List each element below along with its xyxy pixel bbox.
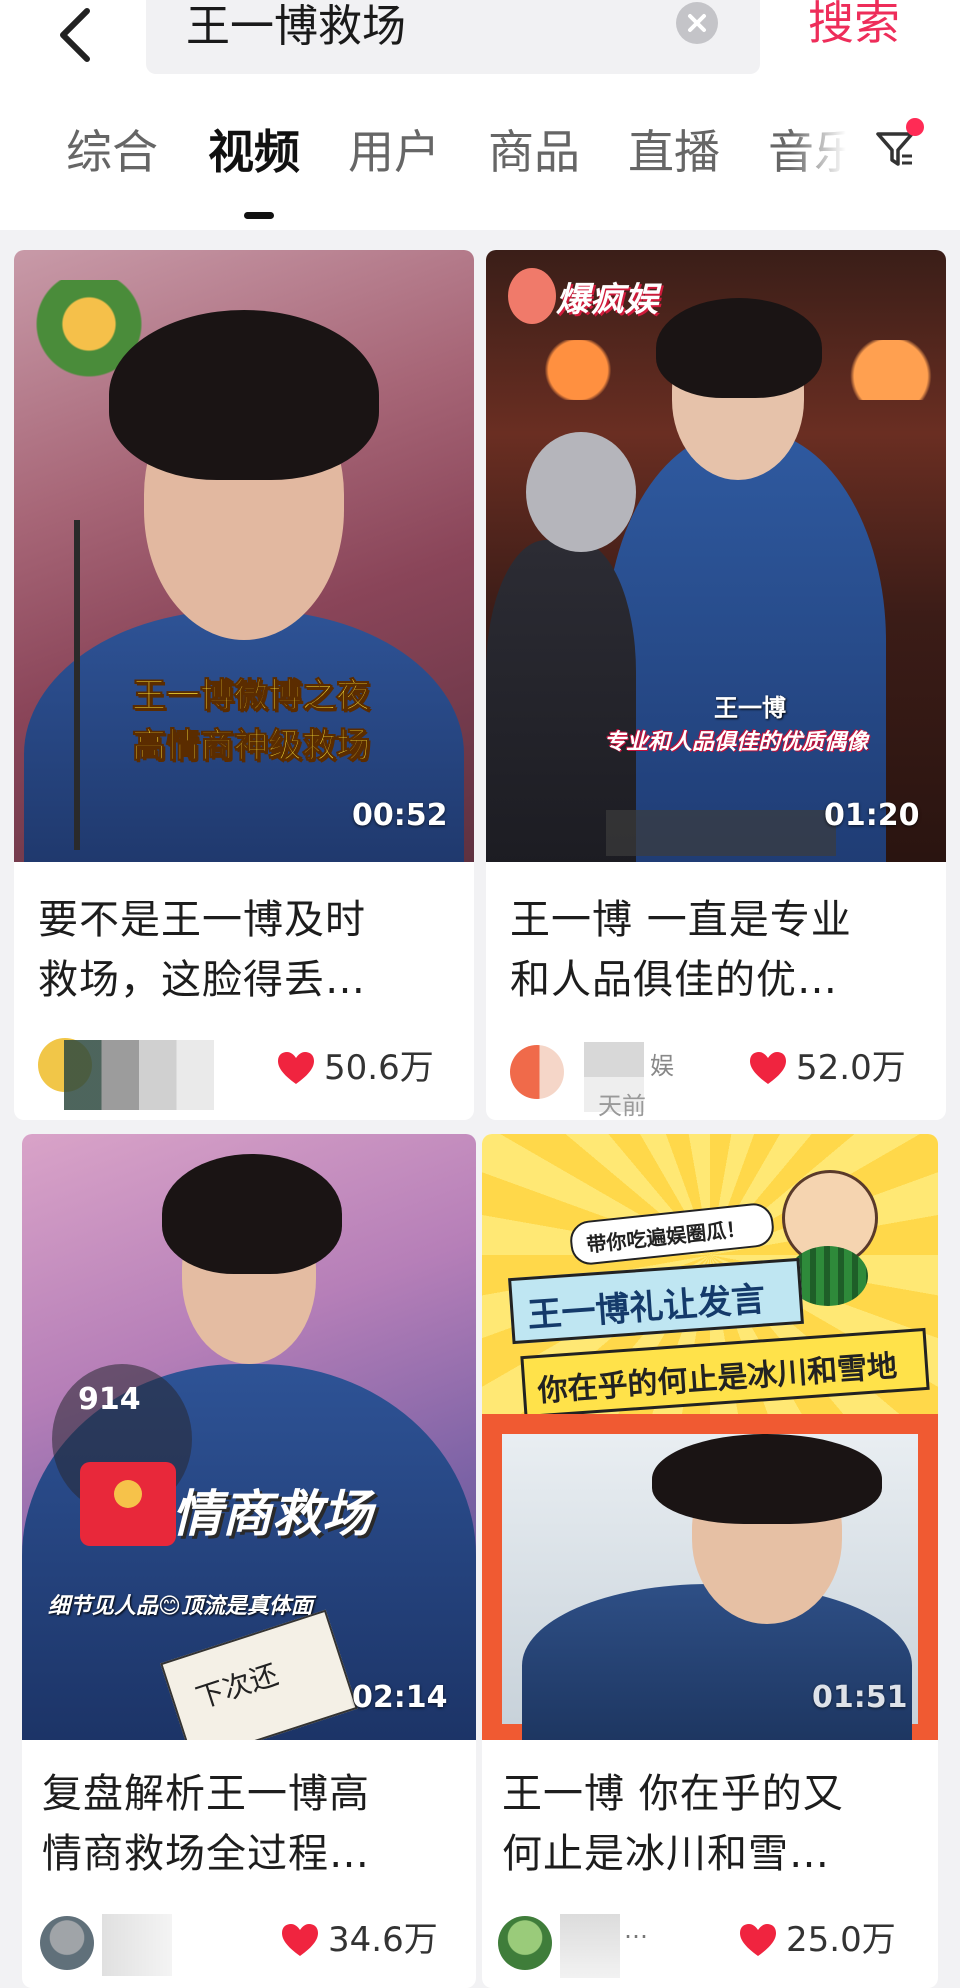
author-name-fragment: …: [624, 1916, 648, 1944]
video-title: 王一博 一直是专业 和人品俱佳的优…: [510, 890, 852, 1010]
like-count: 34.6万: [280, 1920, 438, 1960]
back-arrow-icon: [60, 8, 90, 62]
heart-icon: [278, 1052, 314, 1084]
banner-line2-text: 你在乎的何止是冰川和雪地: [536, 1349, 899, 1410]
video-card[interactable]: 王一博微博之夜 高情商神级救场 00:52 要不是王一博及时 救场，这脸得丢… …: [14, 250, 474, 1120]
author-avatar[interactable]: [498, 1916, 552, 1970]
hair-shape: [109, 310, 379, 480]
video-thumbnail: 王一博微博之夜 高情商神级救场 00:52: [14, 250, 474, 862]
video-card[interactable]: 带你吃遍娱圈瓜！ 王一博礼让发言 你在乎的何止是冰川和雪地 01:51 王一博 …: [482, 1134, 938, 1988]
jacket-shape: [522, 1584, 912, 1740]
video-caption-line2: 高情商神级救场: [132, 726, 371, 767]
video-thumbnail: 爆疯娱 王一博 专业和人品俱佳的优质偶像 01:20: [486, 250, 946, 862]
blurred-overlay: [606, 810, 836, 856]
video-title-line1: 王一博 你在乎的又: [502, 1771, 844, 1817]
video-title-line1: 王一博 一直是专业: [510, 897, 852, 943]
filter-button[interactable]: [872, 126, 932, 186]
tab-products[interactable]: 商品: [488, 122, 580, 182]
tab-users[interactable]: 用户: [348, 122, 440, 182]
hair-shape: [162, 1154, 342, 1274]
video-duration: 01:20: [824, 798, 920, 833]
video-caption-name: 王一博: [714, 694, 786, 722]
video-duration: 02:14: [352, 1680, 448, 1715]
video-thumbnail: 914 情商救场 细节见人品😊顶流是真体面 下次还 02:14: [22, 1134, 476, 1740]
author-name-fragment: 娱: [650, 1052, 674, 1080]
banner-small-text: 带你吃遍娱圈瓜！: [585, 1216, 748, 1257]
back-button[interactable]: [40, 0, 110, 70]
search-input[interactable]: 王一博救场: [146, 0, 760, 74]
close-icon: [688, 14, 706, 32]
video-caption-line: 专业和人品俱佳的优质偶像: [604, 730, 869, 755]
video-title-line2: 和人品俱佳的优…: [510, 957, 838, 1003]
like-count: 25.0万: [738, 1920, 896, 1960]
tab-general[interactable]: 综合: [66, 122, 158, 182]
author-avatar[interactable]: [510, 1045, 564, 1099]
author-avatar[interactable]: [40, 1916, 94, 1970]
heart-icon: [282, 1924, 318, 1956]
video-caption-line1: 王一博微博之夜: [132, 676, 371, 717]
author-name-blurred: [64, 1040, 214, 1110]
like-count-value: 52.0万: [796, 1048, 906, 1088]
like-count: 52.0万: [748, 1048, 906, 1088]
like-count-value: 50.6万: [324, 1048, 434, 1088]
filter-notification-dot: [906, 118, 924, 136]
heart-icon: [750, 1052, 786, 1084]
hair-shape: [656, 298, 822, 398]
publish-time: 天前: [598, 1092, 646, 1120]
author-name-blurred: [560, 1914, 620, 1978]
video-caption-big: 情商救场: [172, 1485, 372, 1543]
video-title-line2: 救场，这脸得丢…: [38, 957, 366, 1003]
video-thumbnail: 带你吃遍娱圈瓜！ 王一博礼让发言 你在乎的何止是冰川和雪地 01:51: [482, 1134, 938, 1740]
like-count-value: 34.6万: [328, 1920, 438, 1960]
tab-fade-overlay: [790, 112, 870, 202]
video-title: 王一博 你在乎的又 何止是冰川和雪…: [502, 1764, 844, 1884]
hair-shape: [652, 1434, 882, 1524]
active-tab-indicator: [244, 212, 274, 219]
like-count: 50.6万: [276, 1048, 434, 1088]
red-envelope-icon[interactable]: [80, 1462, 176, 1546]
tab-video[interactable]: 视频: [208, 122, 300, 182]
video-title-line2: 何止是冰川和雪…: [502, 1831, 830, 1877]
heart-icon: [740, 1924, 776, 1956]
video-caption-small: 细节见人品😊顶流是真体面: [48, 1594, 313, 1619]
search-category-tabs: 综合 视频 用户 商品 直播 音乐: [0, 92, 960, 230]
video-title-line1: 要不是王一博及时: [38, 897, 366, 943]
video-duration: 00:52: [352, 798, 448, 833]
overlay-count: 914: [78, 1382, 141, 1417]
video-title-line1: 复盘解析王一博高: [42, 1771, 370, 1817]
mascot-sticker: [508, 268, 556, 324]
search-submit-button[interactable]: 搜索: [808, 0, 900, 46]
search-query: 王一博救场: [186, 1, 406, 52]
video-card[interactable]: 914 情商救场 细节见人品😊顶流是真体面 下次还 02:14 复盘解析王一博高…: [22, 1134, 476, 1988]
author-name-blurred: [102, 1914, 172, 1976]
banner-line2-box: 你在乎的何止是冰川和雪地: [520, 1327, 930, 1419]
banner-line1-text: 王一博礼让发言: [526, 1279, 767, 1336]
video-title-line2: 情商救场全过程…: [42, 1831, 370, 1877]
banner-line1-box: 王一博礼让发言: [508, 1257, 804, 1345]
video-card[interactable]: 爆疯娱 王一博 专业和人品俱佳的优质偶像 01:20 王一博 一直是专业 和人品…: [486, 250, 946, 1120]
banner-small-box: 带你吃遍娱圈瓜！: [568, 1201, 776, 1267]
like-count-value: 25.0万: [786, 1920, 896, 1960]
video-duration: 01:51: [812, 1680, 908, 1715]
red-envelope-seal: [114, 1480, 142, 1508]
tab-live[interactable]: 直播: [628, 122, 720, 182]
video-title: 要不是王一博及时 救场，这脸得丢…: [38, 890, 366, 1010]
clear-search-button[interactable]: [676, 2, 718, 44]
microphone-stand: [74, 520, 80, 850]
top-bar: 王一博救场 搜索: [0, 0, 960, 92]
presenter-head-shape: [526, 432, 636, 552]
name-card-text: 下次还: [191, 1657, 283, 1715]
channel-badge: 爆疯娱: [556, 280, 658, 320]
video-title: 复盘解析王一博高 情商救场全过程…: [42, 1764, 370, 1884]
